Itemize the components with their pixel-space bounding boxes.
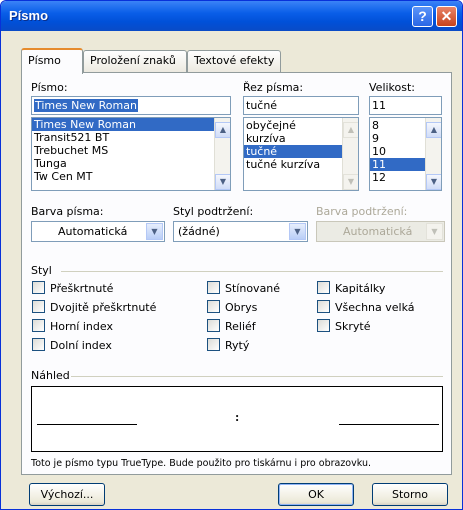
preview-line-left [37,424,137,425]
list-item[interactable]: Tw Cen MT [32,170,230,183]
style-label: Řez písma: [243,81,304,94]
list-item[interactable]: Times New Roman [32,118,230,131]
tab-font-label: Písmo [28,54,61,67]
ok-button[interactable]: OK [278,483,354,506]
underline-color-value: Automatická [343,225,413,238]
font-dialog: Písmo ? ✕ Písmo Proložení znaků Textové … [0,0,463,510]
font-list-scrollbar[interactable]: ▲ ▼ [214,118,230,190]
list-item[interactable]: Tunga [32,157,230,170]
checkbox-box[interactable] [32,281,45,294]
font-color-value: Automatická [58,225,128,238]
strikethrough-checkbox[interactable]: Přeškrtnuté [32,281,113,295]
preview-group-label: Náhled [31,369,70,382]
list-item[interactable]: obyčejné [244,119,358,132]
checkbox-box[interactable] [317,300,330,313]
checkbox-box[interactable] [32,300,45,313]
chevron-down-icon[interactable]: ▼ [289,223,306,240]
checkbox-box[interactable] [207,300,220,313]
preview-line-right [339,424,439,425]
underline-style-label: Styl podtržení: [173,205,254,218]
checkbox-label: Horní index [50,320,113,333]
preview-box: : [31,386,443,452]
outline-checkbox[interactable]: Obrys [207,300,257,314]
font-color-label: Barva písma: [31,205,104,218]
engrave-checkbox[interactable]: Rytý [207,338,249,352]
checkbox-label: Reliéf [225,320,256,333]
scroll-down-icon[interactable]: ▼ [343,174,358,190]
scroll-down-icon[interactable]: ▼ [215,174,230,190]
hidden-checkbox[interactable]: Skryté [317,319,370,333]
checkbox-label: Přeškrtnuté [50,282,114,295]
tab-character-spacing[interactable]: Proložení znaků [83,50,187,72]
checkbox-label: Dolní index [50,339,112,352]
size-label: Velikost: [369,81,416,94]
scroll-up-icon[interactable]: ▲ [343,122,358,138]
checkbox-label: Obrys [225,301,258,314]
tab-text-effects[interactable]: Textové efekty [187,50,281,72]
size-list-scrollbar[interactable]: ▲ ▼ [425,118,441,190]
window-title: Písmo [9,8,49,23]
scroll-up-icon[interactable]: ▲ [426,122,441,138]
checkbox-box[interactable] [32,319,45,332]
default-button[interactable]: Výchozí... [29,483,105,506]
checkbox-label: Skryté [335,320,371,333]
preview-text: : [235,409,240,424]
title-bar[interactable]: Písmo ? ✕ [1,1,462,31]
checkbox-box[interactable] [32,338,45,351]
chevron-down-icon: ▼ [426,223,443,240]
preview-divider [71,376,443,377]
checkbox-box[interactable] [207,319,220,332]
chevron-down-icon[interactable]: ▼ [146,223,163,240]
tab-character-spacing-label: Proložení znaků [90,54,176,67]
checkbox-label: Stínované [225,282,281,295]
list-item[interactable]: tučné kurzíva [244,158,358,171]
style-list-scrollbar[interactable]: ▲ ▼ [342,118,358,190]
checkbox-box[interactable] [317,319,330,332]
shadow-checkbox[interactable]: Stínované [207,281,280,295]
double-strikethrough-checkbox[interactable]: Dvojitě přeškrtnuté [32,300,156,314]
all-caps-checkbox[interactable]: Všechna velká [317,300,415,314]
font-name-input[interactable]: Times New Roman [31,96,231,115]
tab-font[interactable]: Písmo [21,48,83,74]
list-item[interactable]: tučné [244,145,358,158]
tab-text-effects-label: Textové efekty [194,54,275,67]
list-item[interactable]: kurzíva [244,132,358,145]
checkbox-box[interactable] [317,281,330,294]
checkbox-label: Všechna velká [335,301,415,314]
font-style-input[interactable]: tučné [243,96,359,115]
close-button[interactable]: ✕ [436,6,457,27]
checkbox-box[interactable] [207,338,220,351]
small-caps-checkbox[interactable]: Kapitálky [317,281,385,295]
scroll-up-icon[interactable]: ▲ [215,122,230,138]
checkbox-label: Rytý [225,339,250,352]
preview-note: Toto je písmo typu TrueType. Bude použit… [31,458,371,469]
font-color-select[interactable]: Automatická ▼ [31,221,165,242]
font-name-value: Times New Roman [34,99,138,112]
emboss-checkbox[interactable]: Reliéf [207,319,256,333]
help-button[interactable]: ? [412,6,433,27]
font-size-input[interactable]: 11 [369,96,442,115]
checkbox-label: Kapitálky [335,282,386,295]
checkbox-label: Dvojitě přeškrtnuté [50,301,157,314]
effects-divider [61,271,443,272]
list-item[interactable]: Transit521 BT [32,131,230,144]
checkbox-box[interactable] [207,281,220,294]
underline-color-select: Automatická ▼ [316,221,445,242]
cancel-button[interactable]: Storno [372,483,448,506]
scroll-down-icon[interactable]: ▼ [426,174,441,190]
superscript-checkbox[interactable]: Horní index [32,319,113,333]
effects-group-label: Styl [31,264,52,277]
underline-style-value: (žádné) [178,225,220,238]
list-item[interactable]: Trebuchet MS [32,144,230,157]
font-size-list[interactable]: 8 9 10 11 12 ▲ ▼ [369,117,442,191]
font-list[interactable]: Times New Roman Transit521 BT Trebuchet … [31,117,231,191]
underline-style-select[interactable]: (žádné) ▼ [173,221,308,242]
font-label: Písmo: [31,81,68,94]
font-style-list[interactable]: obyčejné kurzíva tučné tučné kurzíva ▲ ▼ [243,117,359,191]
subscript-checkbox[interactable]: Dolní index [32,338,112,352]
underline-color-label: Barva podtržení: [316,205,408,218]
